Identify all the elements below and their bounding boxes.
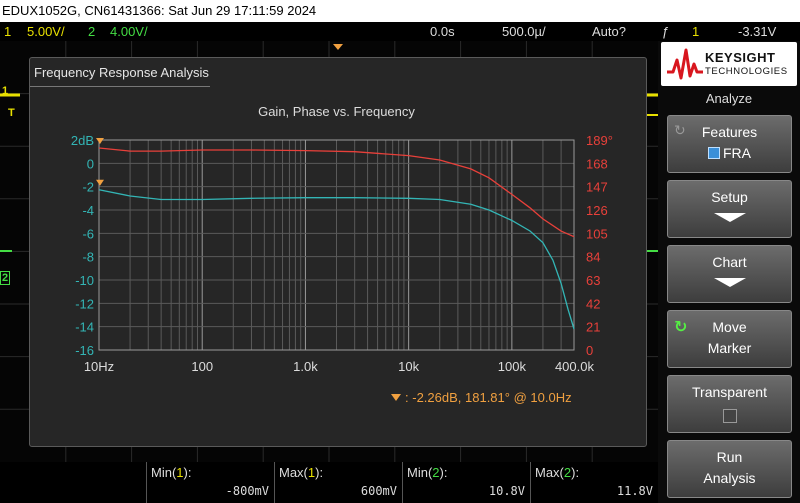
y-right-tick-label: 42 [586,296,600,311]
ch1-ground-marker[interactable]: 1 [2,85,8,97]
chart-label: Chart [712,254,747,270]
measurement-bar: Min(1): -800mV Max(1): 600mV Min(2): 10.… [0,462,658,503]
waveform-display[interactable]: 1 T 2 Frequency Response Analysis Gain, … [0,41,658,462]
y-right-tick-label: 189° [586,133,613,148]
ch1-scale[interactable]: 5.00V/ [27,22,65,41]
marker-readout-prefix: : [405,390,409,405]
ch2-scale[interactable]: 4.00V/ [110,22,148,41]
keysight-wave-icon [667,48,703,80]
title-bar: EDUX1052G, CN61431366: Sat Jun 29 17:11:… [0,0,800,22]
measurement-value: 600mV [360,484,397,498]
x-tick-label: 10k [398,359,419,374]
x-tick-label: 10Hz [84,359,114,374]
x-tick-label: 1.0k [293,359,318,374]
run-analysis-button[interactable]: Run Analysis [667,440,792,498]
keysight-logo: KEYSIGHT TECHNOLOGIES [661,42,797,86]
y-left-tick-label: -2 [82,180,94,195]
chevron-down-icon [713,278,746,287]
chevron-down-icon [713,213,746,222]
marker-triangle-icon [391,394,401,401]
y-left-tick-label: -12 [75,296,94,311]
chart-title: Gain, Phase vs. Frequency [258,104,415,119]
setup-button[interactable]: Setup [667,180,792,238]
y-right-tick-label: 21 [586,320,600,335]
measurement-label: Min(1): [151,465,192,480]
trigger-mode[interactable]: Auto? [592,22,626,41]
measurement-label: Max(1): [279,465,324,480]
run-label: Run [716,449,743,465]
measurement-min-ch1[interactable]: Min(1): -800mV [146,462,273,503]
gain-marker [96,179,104,186]
y-right-tick-label: 84 [586,250,600,265]
y-right-tick-label: 105 [586,226,608,241]
brand-sub: TECHNOLOGIES [705,66,788,77]
marker-label: Marker [707,340,752,356]
timebase-value[interactable]: 500.0µ/ [502,22,546,41]
trigger-slope-icon: ƒ [662,24,670,39]
y-left-tick-label: -8 [82,250,94,265]
trigger-level-marker[interactable]: T [8,107,15,119]
fra-window[interactable]: Frequency Response Analysis Gain, Phase … [29,57,647,447]
menu-title: Analyze [705,91,753,106]
move-label: Move [712,319,747,335]
trigger-position-marker [333,44,343,50]
measurement-max-ch1[interactable]: Max(1): 600mV [274,462,401,503]
transparent-checkbox[interactable] [722,409,737,423]
x-tick-label: 100 [191,359,213,374]
ch2-number[interactable]: 2 [88,22,95,41]
status-bar: 1 5.00V/ 2 4.00V/ 0.0s 500.0µ/ Auto? ƒ 1… [0,22,800,41]
y-left-tick-label: -16 [75,343,94,358]
phase-marker [96,138,104,144]
fra-label: FRA [723,145,751,161]
setup-label: Setup [711,189,748,205]
transparent-button[interactable]: Transparent [667,375,792,433]
x-tick-label: 100k [498,359,527,374]
softkey-panel: KEYSIGHT TECHNOLOGIES Analyze ↻ Features… [658,41,800,503]
y-left-tick-label: -14 [75,320,94,335]
chart-grid [98,139,575,351]
y-left-tick-label: -4 [82,203,94,218]
x-tick-label: 400.0k [555,359,595,374]
trigger-channel[interactable]: 1 [692,22,699,41]
trigger-level[interactable]: -3.31V [738,22,776,41]
marker-readout: -2.26dB, 181.81° @ 10.0Hz [412,390,572,405]
y-right-tick-label: 126 [586,203,608,218]
y-right-tick-label: 168 [586,156,608,171]
fra-checkbox[interactable] [708,147,720,159]
marker-readout-row: : -2.26dB, 181.81° @ 10.0Hz [391,390,572,405]
move-marker-button[interactable]: ↻ Move Marker [667,310,792,368]
y-right-tick-label: 63 [586,273,600,288]
features-button[interactable]: ↻ Features FRA [667,115,792,173]
y-right-tick-label: 0 [586,343,593,358]
measurement-label: Max(2): [535,465,580,480]
ch1-number[interactable]: 1 [4,22,11,41]
y-left-tick-label: 2dB [71,133,94,148]
fra-checkbox-row: FRA [668,145,791,161]
y-left-tick-label: -10 [75,273,94,288]
measurement-value: 10.8V [488,484,525,498]
y-right-tick-label: 147 [586,180,608,195]
title-text: EDUX1052G, CN61431366: Sat Jun 29 17:11:… [2,3,317,18]
measurement-label: Min(2): [407,465,448,480]
measurement-value: -800mV [225,484,269,498]
ch2-ground-marker[interactable]: 2 [0,271,11,285]
fra-chart: Gain, Phase vs. Frequency 2dB 0 -2 -4 -6 -8 -10… [71,104,613,374]
measurement-min-ch2[interactable]: Min(2): 10.8V [402,462,529,503]
transparent-label: Transparent [692,384,767,400]
brand-name: KEYSIGHT [705,50,776,65]
delay-value[interactable]: 0.0s [430,22,455,41]
chart-button[interactable]: Chart [667,245,792,303]
analysis-label: Analysis [703,470,756,486]
measurement-value: 11.8V [616,484,653,498]
y-left-tick-label: -6 [82,226,94,241]
y-left-tick-label: 0 [87,156,94,171]
measurement-max-ch2[interactable]: Max(2): 11.8V [530,462,657,503]
features-label: Features [701,124,758,140]
